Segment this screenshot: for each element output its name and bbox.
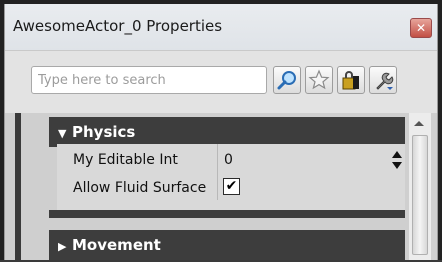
property-label: Allow Fluid Surface (73, 180, 207, 196)
scrollbar-thumb[interactable] (412, 135, 428, 255)
category-physics[interactable]: ▼ Physics (49, 117, 405, 147)
search-input[interactable] (31, 66, 267, 94)
wrench-options-icon (376, 72, 394, 90)
lock-button[interactable] (337, 66, 365, 94)
window-title: AwesomeActor_0 Properties (13, 17, 223, 35)
category-movement[interactable]: ▶ Movement (49, 230, 405, 260)
panel-left-gutter (15, 113, 21, 260)
favorites-button[interactable] (305, 66, 333, 94)
allow-fluid-surface-checkbox[interactable]: ✔ (223, 178, 240, 195)
property-label: My Editable Int (73, 152, 178, 168)
vertical-scrollbar[interactable] (409, 113, 431, 260)
toolbar (5, 51, 437, 113)
options-button[interactable] (369, 66, 397, 94)
property-row-my-editable-int: My Editable Int 0 (57, 146, 405, 174)
physics-properties: My Editable Int 0 Allow Fluid Surface ✔ (57, 144, 405, 210)
scroll-up-arrow-icon[interactable] (414, 121, 424, 126)
category-label: Movement (72, 236, 161, 254)
title-bar[interactable]: AwesomeActor_0 Properties ✕ (5, 4, 437, 51)
close-button[interactable]: ✕ (410, 18, 432, 38)
lock-icon (342, 71, 359, 90)
category-separator (49, 210, 405, 218)
search-button[interactable] (273, 66, 301, 94)
search-icon (277, 71, 296, 90)
star-icon (308, 69, 330, 90)
properties-window: AwesomeActor_0 Properties ✕ Type here to… (4, 4, 438, 260)
category-label: Physics (72, 123, 136, 141)
property-row-allow-fluid-surface: Allow Fluid Surface ✔ (57, 174, 405, 202)
spinner-arrows-icon[interactable] (391, 149, 403, 171)
int-value-field[interactable]: 0 (224, 152, 233, 168)
expand-arrow-icon: ▶ (58, 240, 67, 253)
property-panel: ▼ Physics My Editable Int 0 Allow Fluid S… (5, 113, 437, 260)
